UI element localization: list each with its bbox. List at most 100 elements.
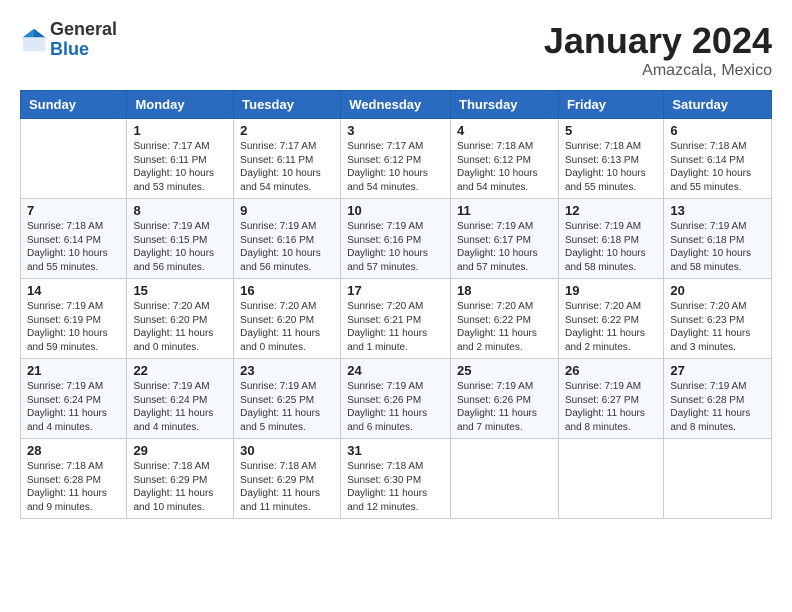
day-info: Sunrise: 7:18 AM Sunset: 6:14 PM Dayligh… (27, 220, 120, 274)
calendar-cell: 5Sunrise: 7:18 AM Sunset: 6:13 PM Daylig… (558, 119, 663, 199)
day-info: Sunrise: 7:20 AM Sunset: 6:20 PM Dayligh… (240, 300, 334, 354)
calendar-cell: 30 Sunrise: 7:18 AM Sunset: 6:29 PM Dayli… (234, 439, 341, 519)
calendar-cell: 16 Sunrise: 7:20 AM Sunset: 6:20 PM Dayli… (234, 279, 341, 359)
day-number: 27 (670, 363, 765, 378)
day-info: Sunrise: 7:18 AM Sunset: 6:29 PM Dayligh… (240, 460, 334, 514)
day-number: 19 (565, 283, 657, 298)
calendar-week-row: 7 Sunrise: 7:18 AM Sunset: 6:14 PM Daylig… (21, 199, 772, 279)
calendar-cell: 23 Sunrise: 7:19 AM Sunset: 6:25 PM Dayli… (234, 359, 341, 439)
day-number: 16 (240, 283, 334, 298)
day-number: 6 (670, 123, 765, 138)
calendar-cell: 1 Sunrise: 7:17 AM Sunset: 6:11 PM Daylig… (127, 119, 234, 199)
day-number: 4 (457, 123, 552, 138)
day-number: 14 (27, 283, 120, 298)
calendar-cell: 20 Sunrise: 7:20 AM Sunset: 6:23 PM Dayli… (664, 279, 772, 359)
day-number: 13 (670, 203, 765, 218)
calendar-cell: 11 Sunrise: 7:19 AM Sunset: 6:17 PM Dayli… (451, 199, 559, 279)
day-info: Sunrise: 7:19 AM Sunset: 6:28 PM Dayligh… (670, 380, 765, 434)
day-of-week-header: Friday (558, 91, 663, 119)
day-info: Sunrise: 7:19 AM Sunset: 6:19 PM Dayligh… (27, 300, 120, 354)
calendar-cell: 28Sunrise: 7:18 AM Sunset: 6:28 PM Dayli… (21, 439, 127, 519)
day-info: Sunrise: 7:20 AM Sunset: 6:21 PM Dayligh… (347, 300, 444, 354)
day-info: Sunrise: 7:20 AM Sunset: 6:22 PM Dayligh… (457, 300, 552, 354)
day-number: 20 (670, 283, 765, 298)
calendar-week-row: 28Sunrise: 7:18 AM Sunset: 6:28 PM Dayli… (21, 439, 772, 519)
day-info: Sunrise: 7:19 AM Sunset: 6:26 PM Dayligh… (347, 380, 444, 434)
calendar-week-row: 1 Sunrise: 7:17 AM Sunset: 6:11 PM Daylig… (21, 119, 772, 199)
logo-general: General (50, 20, 117, 40)
calendar-cell: 12 Sunrise: 7:19 AM Sunset: 6:18 PM Dayli… (558, 199, 663, 279)
day-info: Sunrise: 7:17 AM Sunset: 6:11 PM Dayligh… (240, 140, 334, 194)
calendar-cell: 18 Sunrise: 7:20 AM Sunset: 6:22 PM Dayli… (451, 279, 559, 359)
day-of-week-header: Monday (127, 91, 234, 119)
day-number: 23 (240, 363, 334, 378)
logo-icon (20, 26, 48, 54)
day-info: Sunrise: 7:19 AM Sunset: 6:26 PM Dayligh… (457, 380, 552, 434)
calendar-cell: 3 Sunrise: 7:17 AM Sunset: 6:12 PM Daylig… (341, 119, 451, 199)
calendar-cell: 15 Sunrise: 7:20 AM Sunset: 6:20 PM Dayli… (127, 279, 234, 359)
day-of-week-header: Tuesday (234, 91, 341, 119)
day-info: Sunrise: 7:17 AM Sunset: 6:11 PM Dayligh… (133, 140, 227, 194)
day-info: Sunrise: 7:19 AM Sunset: 6:18 PM Dayligh… (565, 220, 657, 274)
title-block: January 2024 Amazcala, Mexico (544, 20, 772, 80)
day-number: 9 (240, 203, 334, 218)
day-info: Sunrise: 7:19 AM Sunset: 6:15 PM Dayligh… (133, 220, 227, 274)
calendar-cell: 10Sunrise: 7:19 AM Sunset: 6:16 PM Dayli… (341, 199, 451, 279)
day-number: 12 (565, 203, 657, 218)
day-info: Sunrise: 7:19 AM Sunset: 6:17 PM Dayligh… (457, 220, 552, 274)
day-of-week-header: Saturday (664, 91, 772, 119)
day-number: 18 (457, 283, 552, 298)
calendar-week-row: 21 Sunrise: 7:19 AM Sunset: 6:24 PM Dayli… (21, 359, 772, 439)
calendar-cell: 27 Sunrise: 7:19 AM Sunset: 6:28 PM Dayli… (664, 359, 772, 439)
day-number: 3 (347, 123, 444, 138)
day-number: 21 (27, 363, 120, 378)
day-info: Sunrise: 7:17 AM Sunset: 6:12 PM Dayligh… (347, 140, 444, 194)
calendar-cell (451, 439, 559, 519)
day-info: Sunrise: 7:18 AM Sunset: 6:12 PM Dayligh… (457, 140, 552, 194)
calendar-cell: 7 Sunrise: 7:18 AM Sunset: 6:14 PM Daylig… (21, 199, 127, 279)
calendar-cell: 2 Sunrise: 7:17 AM Sunset: 6:11 PM Daylig… (234, 119, 341, 199)
day-number: 22 (133, 363, 227, 378)
day-info: Sunrise: 7:19 AM Sunset: 6:18 PM Dayligh… (670, 220, 765, 274)
calendar-header-row: SundayMondayTuesdayWednesdayThursdayFrid… (21, 91, 772, 119)
day-of-week-header: Sunday (21, 91, 127, 119)
calendar-cell (558, 439, 663, 519)
calendar-cell: 13 Sunrise: 7:19 AM Sunset: 6:18 PM Dayli… (664, 199, 772, 279)
calendar-cell: 29Sunrise: 7:18 AM Sunset: 6:29 PM Dayli… (127, 439, 234, 519)
calendar-cell: 6 Sunrise: 7:18 AM Sunset: 6:14 PM Daylig… (664, 119, 772, 199)
day-info: Sunrise: 7:19 AM Sunset: 6:24 PM Dayligh… (27, 380, 120, 434)
day-info: Sunrise: 7:20 AM Sunset: 6:22 PM Dayligh… (565, 300, 657, 354)
day-info: Sunrise: 7:18 AM Sunset: 6:14 PM Dayligh… (670, 140, 765, 194)
calendar-cell: 24Sunrise: 7:19 AM Sunset: 6:26 PM Dayli… (341, 359, 451, 439)
day-info: Sunrise: 7:19 AM Sunset: 6:24 PM Dayligh… (133, 380, 227, 434)
day-number: 26 (565, 363, 657, 378)
day-info: Sunrise: 7:20 AM Sunset: 6:20 PM Dayligh… (133, 300, 227, 354)
day-info: Sunrise: 7:19 AM Sunset: 6:16 PM Dayligh… (240, 220, 334, 274)
month-title: January 2024 (544, 20, 772, 62)
day-info: Sunrise: 7:18 AM Sunset: 6:29 PM Dayligh… (133, 460, 227, 514)
calendar-cell: 26 Sunrise: 7:19 AM Sunset: 6:27 PM Dayli… (558, 359, 663, 439)
logo-blue: Blue (50, 40, 117, 60)
calendar-cell (21, 119, 127, 199)
calendar-cell: 21 Sunrise: 7:19 AM Sunset: 6:24 PM Dayli… (21, 359, 127, 439)
day-info: Sunrise: 7:18 AM Sunset: 6:13 PM Dayligh… (565, 140, 657, 194)
day-number: 25 (457, 363, 552, 378)
day-number: 10 (347, 203, 444, 218)
calendar-cell: 4 Sunrise: 7:18 AM Sunset: 6:12 PM Daylig… (451, 119, 559, 199)
calendar-cell: 14 Sunrise: 7:19 AM Sunset: 6:19 PM Dayli… (21, 279, 127, 359)
day-info: Sunrise: 7:20 AM Sunset: 6:23 PM Dayligh… (670, 300, 765, 354)
location: Amazcala, Mexico (544, 62, 772, 80)
day-info: Sunrise: 7:18 AM Sunset: 6:28 PM Dayligh… (27, 460, 120, 514)
day-number: 7 (27, 203, 120, 218)
day-info: Sunrise: 7:19 AM Sunset: 6:27 PM Dayligh… (565, 380, 657, 434)
day-info: Sunrise: 7:19 AM Sunset: 6:25 PM Dayligh… (240, 380, 334, 434)
day-number: 8 (133, 203, 227, 218)
calendar-cell: 17Sunrise: 7:20 AM Sunset: 6:21 PM Dayli… (341, 279, 451, 359)
day-number: 30 (240, 443, 334, 458)
day-of-week-header: Thursday (451, 91, 559, 119)
day-number: 2 (240, 123, 334, 138)
logo-text: General Blue (50, 20, 117, 60)
day-number: 15 (133, 283, 227, 298)
day-number: 1 (133, 123, 227, 138)
day-number: 11 (457, 203, 552, 218)
